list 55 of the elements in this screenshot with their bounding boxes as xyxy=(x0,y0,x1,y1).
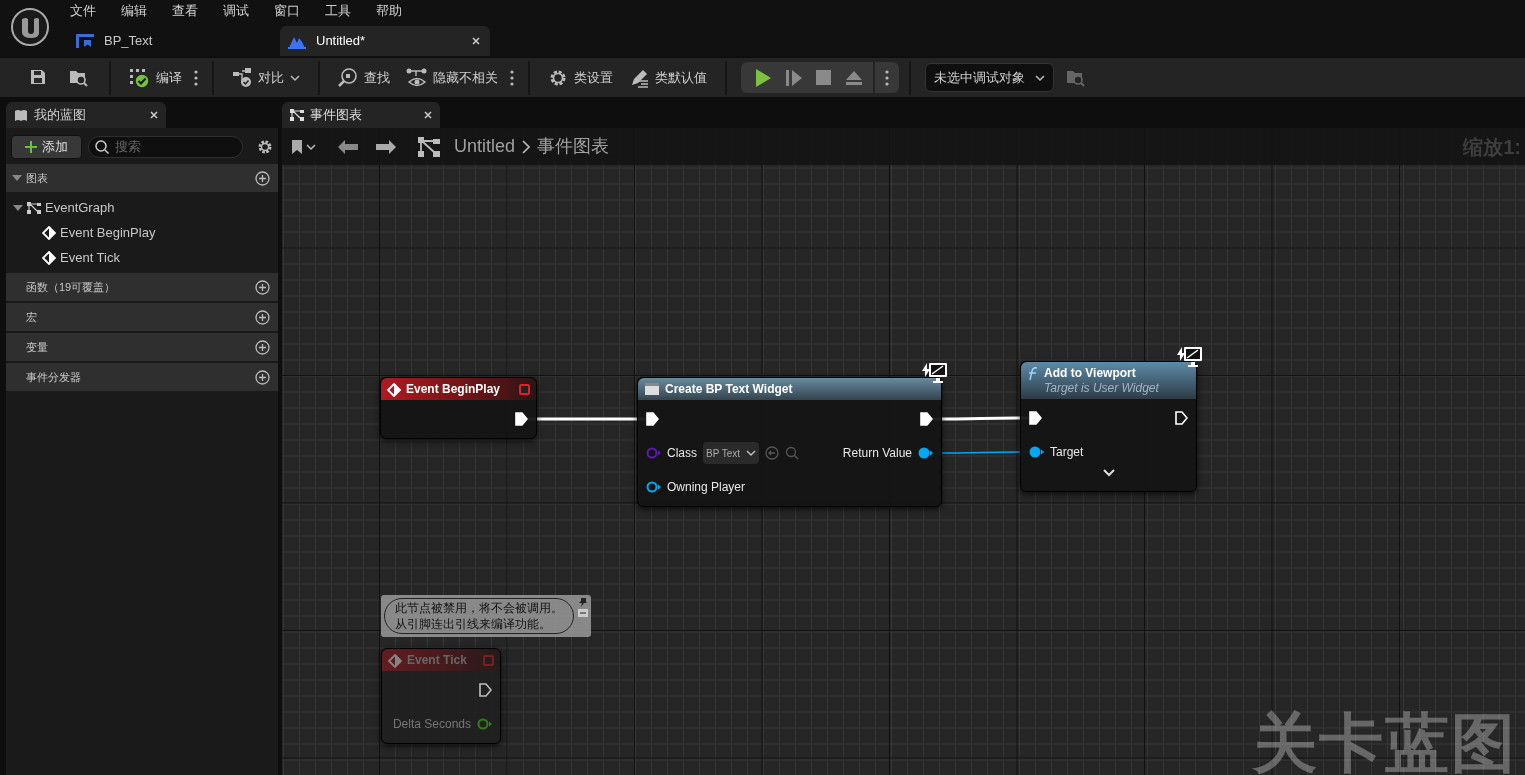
graph-type-label: 关卡蓝图 xyxy=(1253,706,1517,775)
toolbar-button[interactable]: 查找 xyxy=(330,62,398,93)
compare-dropdown[interactable]: 对比 xyxy=(224,62,308,93)
menu-item[interactable]: 查看 xyxy=(172,1,198,21)
section-header[interactable]: 变量 xyxy=(6,333,278,361)
menu-item[interactable]: 调试 xyxy=(223,1,249,21)
add-button[interactable]: 添加 xyxy=(11,135,82,159)
section-header[interactable]: 宏 xyxy=(6,303,278,331)
search-input[interactable]: 搜索 xyxy=(114,137,235,157)
breadcrumb-item[interactable]: 事件图表 xyxy=(537,133,610,160)
pin-label: Class xyxy=(667,445,697,462)
panel-title: 我的蓝图 xyxy=(34,106,87,125)
section-label: 宏 xyxy=(26,309,37,325)
toolbar-button[interactable]: 类设置 xyxy=(540,62,621,93)
tab-label: BP_Text xyxy=(104,32,154,51)
graph-node[interactable]: Create BP Text Widget Class BP Text Return Value Owning Player xyxy=(637,377,942,507)
pin-label: Target xyxy=(1050,444,1084,461)
tab-label: Untitled* xyxy=(316,32,367,51)
node-title: Event BeginPlay xyxy=(406,381,502,397)
tree-item[interactable]: Event Tick xyxy=(6,245,278,270)
breadcrumb-item[interactable]: Untitled xyxy=(454,133,516,160)
menu-item[interactable]: 工具 xyxy=(325,1,351,21)
toolbar-button[interactable]: 类默认值 xyxy=(621,62,715,93)
toolbar-button[interactable]: 编译 xyxy=(121,62,190,93)
debug-object-dropdown[interactable]: 未选中调试对象 xyxy=(925,63,1054,92)
menu-item[interactable]: 窗口 xyxy=(274,1,300,21)
section-label: 变量 xyxy=(26,339,48,355)
menu-item[interactable]: 编辑 xyxy=(121,1,147,21)
node-title: Create BP Text Widget xyxy=(665,381,794,397)
document-tab[interactable]: BP_Text xyxy=(68,26,280,56)
document-tab[interactable]: Untitled* xyxy=(280,26,490,56)
graph-node[interactable]: Add to Viewport Target is User Widget Target xyxy=(1020,361,1197,492)
menu-item[interactable]: 帮助 xyxy=(376,1,402,21)
search-field[interactable]: 搜索 xyxy=(87,136,243,158)
tree-item[interactable]: EventGraph xyxy=(6,195,278,220)
node-subtitle: Target is User Widget xyxy=(1044,381,1160,396)
section-label: 图表 xyxy=(26,170,48,186)
graph-node[interactable]: Event BeginPlay xyxy=(380,377,537,439)
class-dropdown[interactable]: BP Text xyxy=(703,442,760,464)
menu-item[interactable]: 文件 xyxy=(70,1,96,21)
tree-item[interactable]: Event BeginPlay xyxy=(6,220,278,245)
graph-tab[interactable]: 事件图表 xyxy=(282,102,440,128)
toolbar-button[interactable]: 隐藏不相关 xyxy=(398,62,506,93)
node-title: Event Tick xyxy=(407,652,468,668)
panel-tab[interactable]: 我的蓝图 xyxy=(6,102,166,128)
section-label: 函数（19可覆盖） xyxy=(26,279,116,295)
pin-label: Return Value xyxy=(842,445,912,462)
pin-label: Owning Player xyxy=(667,479,746,496)
section-label: 事件分发器 xyxy=(26,369,81,385)
section-header[interactable]: 图表 xyxy=(6,164,278,192)
node-title: Add to Viewport xyxy=(1044,365,1137,381)
pin-label: Delta Seconds xyxy=(392,716,471,733)
section-header[interactable]: 事件分发器 xyxy=(6,363,278,391)
section-header[interactable]: 函数（19可覆盖） xyxy=(6,273,278,301)
tab-label: 事件图表 xyxy=(310,106,363,125)
